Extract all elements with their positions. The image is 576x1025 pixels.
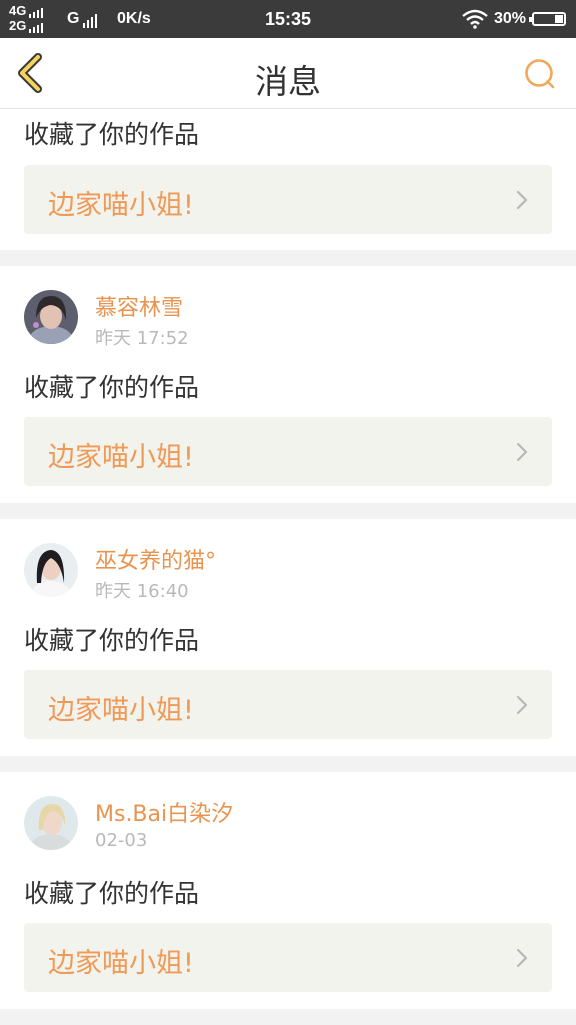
battery-icon — [529, 12, 566, 26]
action-text: 收藏了你的作品 — [24, 626, 200, 655]
message-card: 巫女养的猫° 昨天 16:40 收藏了你的作品 边家喵小姐! — [0, 519, 576, 756]
username-link[interactable]: 巫女养的猫° — [95, 543, 216, 575]
avatar[interactable] — [24, 543, 78, 597]
chevron-right-icon — [516, 190, 528, 210]
message-card: 收藏了你的作品 边家喵小姐! — [0, 109, 576, 250]
avatar[interactable] — [24, 290, 78, 344]
battery-percent: 30% — [493, 10, 526, 27]
timestamp: 昨天 16:40 — [95, 581, 189, 602]
message-card: Ms.Bai白染汐 02-03 收藏了你的作品 边家喵小姐! — [0, 772, 576, 1009]
chevron-right-icon — [516, 695, 528, 715]
action-text: 收藏了你的作品 — [24, 120, 200, 149]
avatar[interactable] — [24, 796, 78, 850]
username-link[interactable]: 慕容林雪 — [95, 290, 183, 322]
work-link-button[interactable]: 边家喵小姐! — [24, 417, 552, 486]
message-card: 慕容林雪 昨天 17:52 收藏了你的作品 边家喵小姐! — [0, 266, 576, 503]
chevron-right-icon — [516, 442, 528, 462]
work-title: 边家喵小姐! — [48, 190, 194, 221]
chevron-right-icon — [516, 948, 528, 968]
message-list: 收藏了你的作品 边家喵小姐! 慕容林雪 昨天 17:52 收藏了你的作品 边家喵… — [0, 109, 576, 1025]
status-right: 30% — [462, 9, 566, 29]
status-bar: 4G 2G G 0K/s 15:35 30% — [0, 0, 576, 38]
work-link-button[interactable]: 边家喵小姐! — [24, 923, 552, 992]
wifi-icon — [462, 9, 488, 29]
work-title: 边家喵小姐! — [48, 948, 194, 979]
username-link[interactable]: Ms.Bai白染汐 — [95, 796, 233, 828]
action-text: 收藏了你的作品 — [24, 879, 200, 908]
timestamp: 昨天 17:52 — [95, 328, 189, 349]
work-title: 边家喵小姐! — [48, 442, 194, 473]
work-link-button[interactable]: 边家喵小姐! — [24, 165, 552, 234]
timestamp: 02-03 — [95, 830, 148, 851]
work-title: 边家喵小姐! — [48, 695, 194, 726]
search-icon — [525, 59, 555, 89]
nav-bar: 消息 — [0, 38, 576, 109]
action-text: 收藏了你的作品 — [24, 373, 200, 402]
work-link-button[interactable]: 边家喵小姐! — [24, 670, 552, 739]
page-title: 消息 — [255, 62, 321, 101]
search-button[interactable] — [522, 56, 558, 92]
